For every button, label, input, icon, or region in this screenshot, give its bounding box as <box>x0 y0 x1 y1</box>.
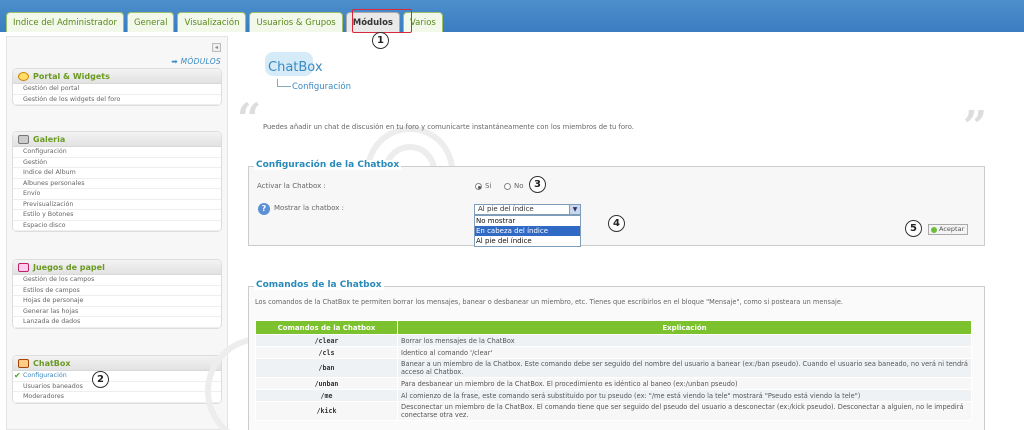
sidebar-item-galeria-configuracion[interactable]: Configuración <box>13 147 221 158</box>
page-description: Puedes añadir un chat de discusión en tu… <box>263 123 634 131</box>
page-subtitle: Configuración <box>292 82 351 92</box>
option-pie-indice[interactable]: Al pie del índice <box>475 236 580 246</box>
marker-5: 5 <box>905 220 922 237</box>
show-chatbox-select[interactable]: Al pie del índice ▼ <box>474 204 581 215</box>
sidebar-box-juegos: Juegos de papel Gestión de los campos Es… <box>12 259 222 329</box>
table-row: /unban Para desbanear un miembro de la Ch… <box>255 377 972 390</box>
highlight-modulos-tab <box>352 9 412 33</box>
option-cabeza-indice[interactable]: En cabeza del índice <box>475 226 580 236</box>
accept-button[interactable]: Aceptar <box>928 224 969 235</box>
sidebar-box-title: Portal & Widgets <box>33 71 110 81</box>
sidebar-box-portal: Portal & Widgets Gestión del portal Gest… <box>12 68 222 106</box>
accept-icon <box>931 226 937 233</box>
sidebar-item-gestion-portal[interactable]: Gestión del portal <box>13 84 221 95</box>
explanation-cell: Desconectar un miembro de la ChatBox. El… <box>397 401 972 421</box>
sidebar-item-indice-album[interactable]: Indice del Album <box>13 168 221 179</box>
sidebar-item-espacio-disco[interactable]: Espacio disco <box>13 221 221 231</box>
config-fieldset: Configuración de la Chatbox Activar la C… <box>248 160 985 247</box>
chevron-down-icon[interactable]: ▼ <box>569 205 580 214</box>
tab-usuarios-grupos[interactable]: Usuarios & Grupos <box>249 12 343 32</box>
command-cell: /kick <box>255 401 398 421</box>
table-row: /me Al comienzo de la frase, este comando… <box>255 389 972 402</box>
sidebar-box-title: Juegos de papel <box>33 262 105 272</box>
chatbox-icon <box>18 358 29 368</box>
collapse-sidebar-icon[interactable]: ◂ <box>212 43 221 52</box>
tab-visualizacion[interactable]: Visualización <box>177 12 247 32</box>
marker-4: 4 <box>608 215 625 232</box>
explanation-cell: Borrar los mensajes de la ChatBox <box>397 334 972 347</box>
command-cell: /me <box>255 389 398 402</box>
gallery-icon <box>18 134 29 144</box>
radio-no-label: No <box>514 182 524 190</box>
radio-si-label: Si <box>485 182 492 190</box>
tab-general[interactable]: General <box>126 12 175 32</box>
table-row: /clear Borrar los mensajes de la ChatBox <box>255 334 972 347</box>
option-no-mostrar[interactable]: No mostrar <box>475 216 580 226</box>
sidebar-item-gestion-widgets[interactable]: Gestión de los widgets del foro <box>13 95 221 105</box>
dice-icon <box>18 262 29 272</box>
table-header-command: Comandos de la Chatbox <box>255 320 398 335</box>
sidebar-item-lanzada-dados[interactable]: Lanzada de dados <box>13 317 221 328</box>
table-row: /kick Desconectar un miembro de la ChatBo… <box>255 401 972 421</box>
tab-admin-index[interactable]: Indice del Administrador <box>6 12 124 32</box>
sidebar-item-moderadores[interactable]: Moderadores <box>13 392 221 403</box>
show-chatbox-dropdown: No mostrar En cabeza del índice Al pie d… <box>474 215 581 247</box>
portal-icon <box>18 71 29 81</box>
commands-legend: Comandos de la Chatbox <box>254 280 384 290</box>
table-row: /cls Identico al comando '/clear' <box>255 346 972 359</box>
sidebar-item-chatbox-configuracion[interactable]: ✔ Configuración <box>13 371 221 382</box>
sidebar-box-title: Galeria <box>33 134 66 144</box>
marker-3: 3 <box>529 176 546 193</box>
command-cell: /unban <box>255 377 398 390</box>
check-icon: ✔ <box>14 371 21 380</box>
explanation-cell: Identico al comando '/clear' <box>397 346 972 359</box>
table-row: /ban Banear a un miembro de la Chatbox. E… <box>255 358 972 378</box>
page-title: ChatBox <box>268 60 323 75</box>
sidebar-item-envio[interactable]: Envío <box>13 189 221 200</box>
command-cell: /cls <box>255 346 398 359</box>
sidebar-item-gestion-campos[interactable]: Gestión de los campos <box>13 275 221 286</box>
sidebar-item-previsualizacion[interactable]: Previsualización <box>13 200 221 210</box>
sidebar-item-albunes-personales[interactable]: Albunes personales <box>13 179 221 189</box>
radio-si[interactable] <box>475 183 482 190</box>
quote-open-icon: “ <box>237 94 262 143</box>
sidebar-item-galeria-gestion[interactable]: Gestión <box>13 158 221 168</box>
sidebar-item-hojas-personaje[interactable]: Hojas de personaje <box>13 296 221 307</box>
sidebar-item-estilos-campos[interactable]: Estilos de campos <box>13 286 221 296</box>
sidebar: ◂ ➡ MÓDULOS Portal & Widgets Gestión del… <box>6 36 228 430</box>
sidebar-box-galeria: Galeria Configuración Gestión Indice del… <box>12 131 222 232</box>
sidebar-box-title: ChatBox <box>33 358 71 368</box>
commands-table: Comandos de la Chatbox Explicación /clea… <box>255 320 972 421</box>
sidebar-item-usuarios-baneados[interactable]: Usuarios baneados <box>13 382 221 392</box>
table-header-explanation: Explicación <box>397 320 972 335</box>
marker-2: 2 <box>92 371 109 388</box>
sidebar-box-chatbox: ChatBox ✔ Configuración Usuarios baneados… <box>12 355 222 404</box>
activate-label: Activar la Chatbox : <box>257 182 326 190</box>
help-icon[interactable]: ? <box>258 203 270 215</box>
title-connector <box>277 79 291 87</box>
explanation-cell: Al comienzo de la frase, este comando se… <box>397 389 972 402</box>
commands-description: Los comandos de la ChatBox te permiten b… <box>255 298 844 306</box>
explanation-cell: Banear a un miembro de la Chatbox. Este … <box>397 358 972 378</box>
explanation-cell: Para desbanear un miembro de la ChatBox.… <box>397 377 972 390</box>
modules-link[interactable]: ➡ MÓDULOS <box>171 57 221 66</box>
sidebar-item-estilo-botones[interactable]: Estilo y Botones <box>13 210 221 221</box>
command-cell: /ban <box>255 358 398 378</box>
quote-close-icon: ” <box>963 102 988 151</box>
radio-no[interactable] <box>504 183 511 190</box>
command-cell: /clear <box>255 334 398 347</box>
config-legend: Configuración de la Chatbox <box>254 160 402 170</box>
sidebar-item-generar-hojas[interactable]: Generar las hojas <box>13 307 221 317</box>
show-label: Mostrar la chatbox : <box>274 204 344 212</box>
